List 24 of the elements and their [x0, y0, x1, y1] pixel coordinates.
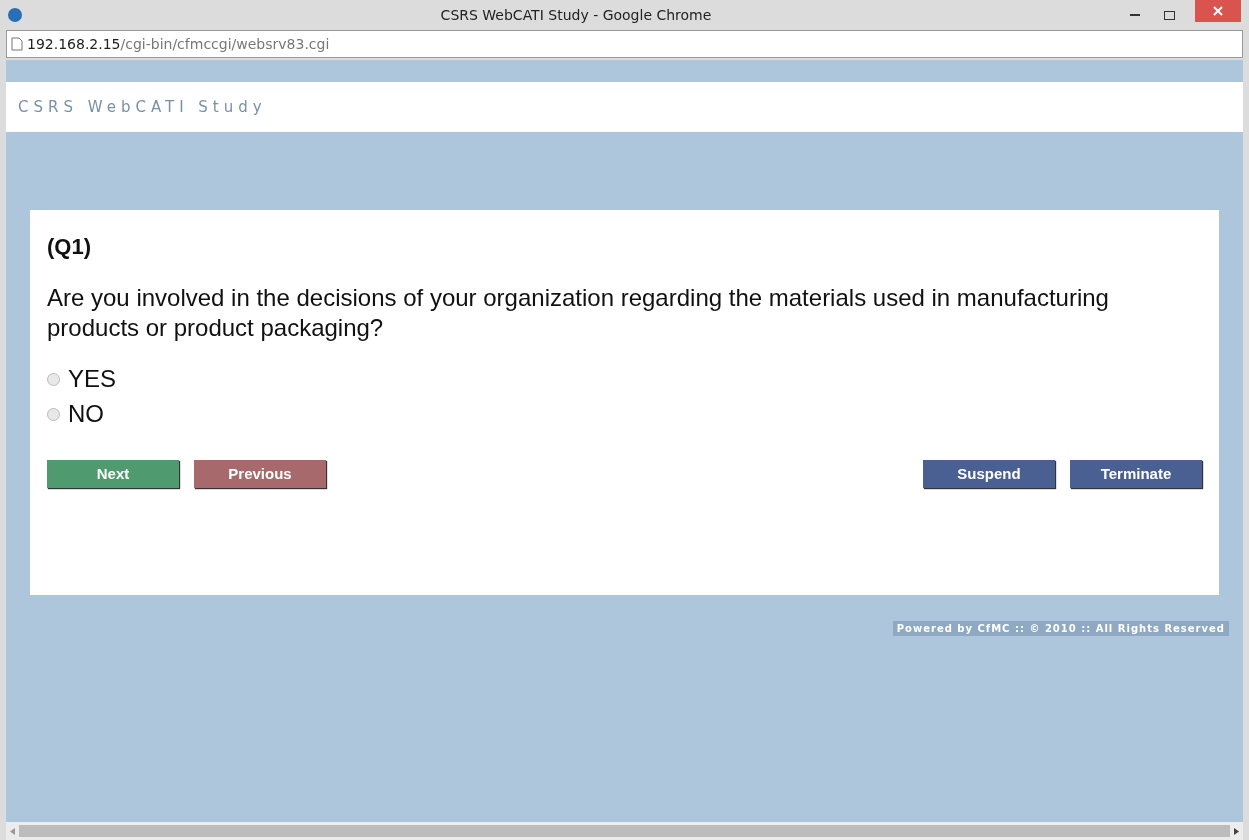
- horizontal-scrollbar[interactable]: [6, 822, 1243, 840]
- form-button[interactable]: Terminate: [1070, 460, 1202, 488]
- scrollbar-thumb[interactable]: [19, 825, 1230, 837]
- maximize-icon[interactable]: [1164, 10, 1175, 20]
- form-button[interactable]: Suspend: [923, 460, 1055, 488]
- radio-button[interactable]: [47, 372, 60, 386]
- footer-text: Powered by CfMC :: © 2010 :: All Rights Reserved: [892, 621, 1229, 636]
- question-number: (Q1): [47, 233, 92, 261]
- form-button[interactable]: Previous: [194, 460, 326, 488]
- site-title: CSRS WebCATI Study: [18, 96, 267, 118]
- scroll-left-icon[interactable]: [10, 827, 15, 835]
- radio-option[interactable]: NO: [47, 398, 104, 430]
- close-button[interactable]: [1195, 0, 1241, 22]
- address-bar[interactable]: 192.168.2.15/cgi-bin/cfmccgi/websrv83.cgi: [6, 30, 1243, 58]
- question-text: Are you involved in the decisions of your organization regarding the materials used in manufacturing products or product packaging?: [47, 283, 1110, 343]
- form-button[interactable]: Next: [47, 460, 179, 488]
- window-title: CSRS WebCATI Study - Google Chrome: [439, 5, 713, 25]
- scroll-right-icon[interactable]: [1234, 827, 1239, 835]
- page-icon: [11, 37, 23, 51]
- radio-button[interactable]: [47, 407, 60, 421]
- radio-option[interactable]: YES: [47, 363, 117, 395]
- close-icon: [1213, 6, 1223, 16]
- minimize-icon[interactable]: [1130, 14, 1140, 16]
- url-text: 192.168.2.15/cgi-bin/cfmccgi/websrv83.cgi: [27, 34, 330, 54]
